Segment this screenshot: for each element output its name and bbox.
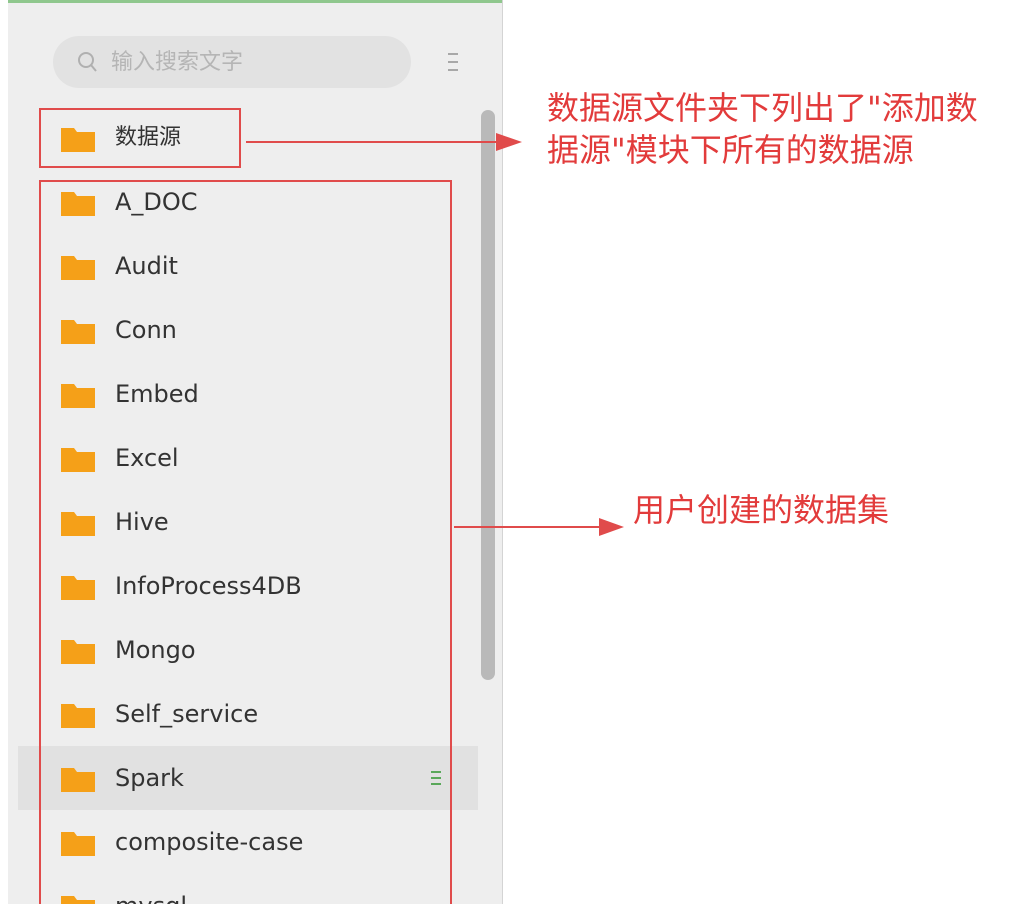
arrow-to-datasource-note bbox=[246, 133, 522, 151]
folder-item[interactable]: Audit bbox=[8, 234, 478, 298]
folder-label: Audit bbox=[115, 252, 178, 280]
folder-item[interactable]: Mongo bbox=[8, 618, 478, 682]
folder-icon bbox=[61, 704, 95, 728]
folder-item[interactable]: A_DOC bbox=[8, 170, 478, 234]
folder-item[interactable]: InfoProcess4DB bbox=[8, 554, 478, 618]
menu-icon[interactable] bbox=[445, 50, 461, 74]
scrollbar-thumb[interactable] bbox=[481, 110, 495, 680]
folder-icon bbox=[61, 640, 95, 664]
folder-icon bbox=[61, 128, 95, 152]
folder-item[interactable]: Embed bbox=[8, 362, 478, 426]
datasource-annotation-line1: 数据源文件夹下列出了"添加数 bbox=[547, 89, 978, 127]
folder-label: mysql bbox=[115, 874, 187, 904]
folder-item[interactable]: Hive bbox=[8, 490, 478, 554]
arrow-to-datasets-note bbox=[454, 518, 624, 536]
row-menu-icon[interactable] bbox=[429, 768, 443, 788]
folder-label: composite-case bbox=[115, 828, 304, 856]
panel-top-accent bbox=[8, 0, 502, 3]
folder-label: Self_service bbox=[115, 700, 259, 728]
search-box[interactable] bbox=[53, 36, 411, 88]
datasets-annotation: 用户创建的数据集 bbox=[633, 491, 890, 529]
folder-item[interactable]: Excel bbox=[8, 426, 478, 490]
folder-label: Mongo bbox=[115, 636, 196, 664]
folder-icon bbox=[61, 576, 95, 600]
folder-icon bbox=[61, 832, 95, 856]
folder-label: Embed bbox=[115, 380, 199, 408]
folder-item[interactable]: Self_service bbox=[8, 682, 478, 746]
folder-label: Hive bbox=[115, 508, 169, 536]
folder-icon bbox=[61, 192, 95, 216]
folder-icon bbox=[61, 384, 95, 408]
folder-icon bbox=[61, 256, 95, 280]
folder-icon bbox=[61, 512, 95, 536]
folder-icon bbox=[61, 448, 95, 472]
folder-item[interactable]: mysql bbox=[8, 874, 478, 904]
folder-item-selected[interactable]: Spark bbox=[18, 746, 478, 810]
folder-label: Excel bbox=[115, 444, 179, 472]
folder-item[interactable]: composite-case bbox=[8, 810, 478, 874]
folder-label: A_DOC bbox=[115, 188, 198, 216]
folder-label: Conn bbox=[115, 316, 177, 344]
datasource-annotation-line2: 据源"模块下所有的数据源 bbox=[547, 131, 914, 169]
folder-label: Spark bbox=[115, 764, 184, 792]
folder-label: InfoProcess4DB bbox=[115, 572, 302, 600]
search-input[interactable] bbox=[111, 36, 401, 88]
folder-list: 数据源 A_DOC Audit Conn Embed Excel Hive In… bbox=[8, 106, 478, 904]
folder-label: 数据源 bbox=[115, 125, 182, 150]
search-icon bbox=[78, 52, 97, 72]
folder-item[interactable]: Conn bbox=[8, 298, 478, 362]
folder-icon bbox=[61, 320, 95, 344]
folder-icon bbox=[61, 768, 95, 792]
folder-icon bbox=[61, 896, 95, 904]
